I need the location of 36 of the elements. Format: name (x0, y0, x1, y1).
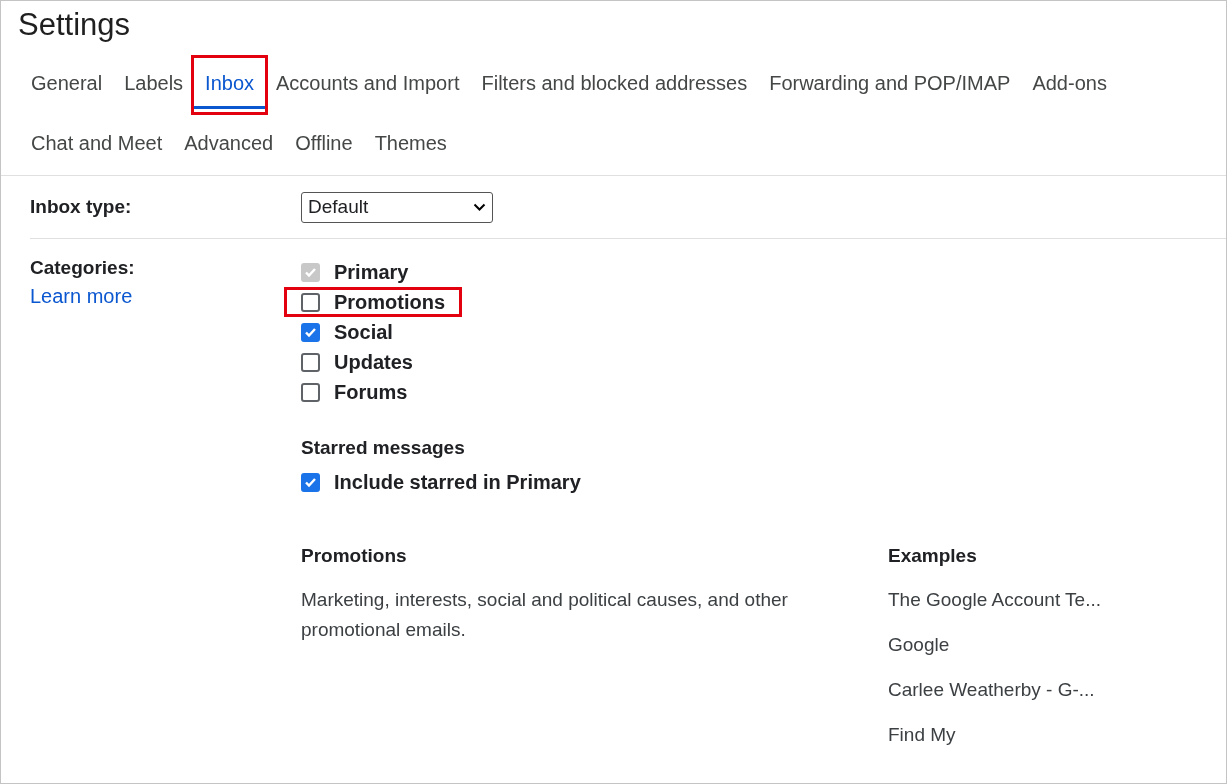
chevron-down-icon (473, 202, 486, 212)
settings-tab[interactable]: Advanced (173, 121, 285, 169)
settings-tab[interactable]: Chat and Meet (20, 121, 174, 169)
settings-tab[interactable]: General (20, 61, 114, 109)
learn-more-link[interactable]: Learn more (30, 285, 133, 308)
settings-tab[interactable]: Add-ons (1021, 61, 1118, 109)
checkbox-label: Updates (334, 350, 413, 374)
section-heading: Examples (888, 545, 978, 567)
inbox-type-dropdown[interactable]: Default (301, 191, 493, 223)
checkbox-label: Include starred in Primary (334, 470, 581, 494)
settings-tab[interactable]: Themes (363, 121, 458, 169)
settings-tab[interactable]: Forwarding and POP/IMAP (758, 61, 1022, 109)
checkbox-label: Forums (334, 380, 408, 404)
example-sender: Google (888, 632, 951, 657)
settings-tab[interactable]: Offline (284, 121, 364, 169)
checkbox[interactable] (301, 382, 320, 402)
checkbox-label: Primary (334, 260, 409, 284)
settings-tab[interactable]: Labels (113, 61, 195, 109)
section-heading: Starred messages (301, 437, 466, 460)
field-label: Inbox type: (30, 196, 133, 218)
category-description: Marketing, interests, social and political causes, and other promotional emails. (301, 588, 789, 642)
settings-tab[interactable]: Filters and blocked addresses (470, 61, 759, 109)
checkbox[interactable] (301, 292, 320, 312)
page-title: Settings (17, 6, 131, 44)
settings-tab[interactable]: Inbox (194, 61, 266, 109)
checkbox[interactable] (301, 352, 320, 372)
checkbox[interactable] (301, 322, 320, 342)
checkbox-label: Social (334, 320, 393, 344)
checkbox[interactable] (301, 472, 320, 492)
checkbox-label: Promotions (334, 290, 446, 314)
section-label: Categories: (30, 257, 136, 279)
example-sender: The Google Account Te... (888, 587, 1101, 612)
example-sender: Carlee Weatherby - G-... (888, 677, 1096, 702)
settings-tab[interactable]: Accounts and Import (265, 61, 471, 109)
example-sender: Find My (888, 722, 957, 747)
section-heading: Promotions (301, 545, 408, 567)
